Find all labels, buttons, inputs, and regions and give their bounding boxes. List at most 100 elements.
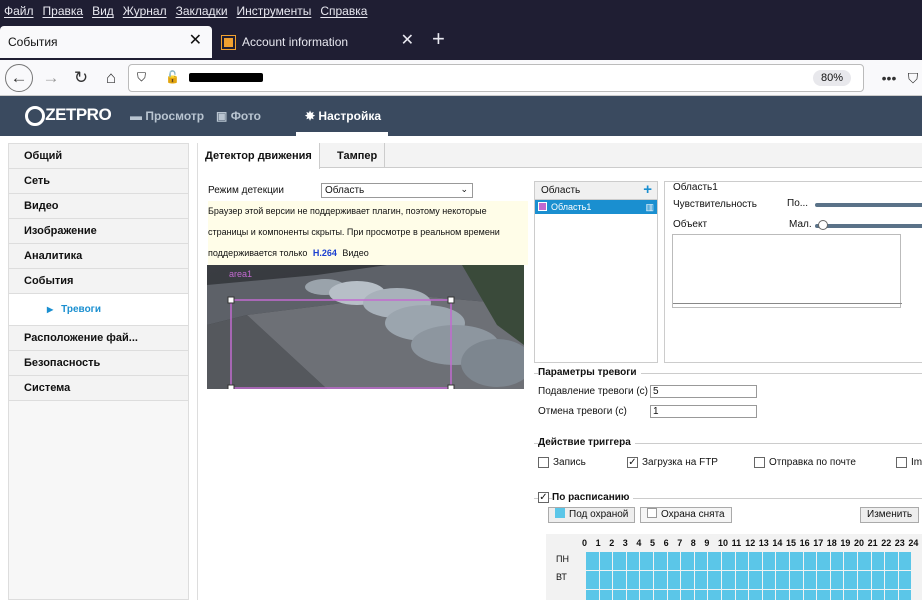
- schedule-cell[interactable]: [858, 571, 871, 589]
- alarm-suppress-input[interactable]: 5: [650, 385, 757, 398]
- armed-button[interactable]: Под охраной: [548, 507, 636, 523]
- schedule-cell[interactable]: [762, 590, 776, 600]
- schedule-cell[interactable]: [586, 552, 599, 570]
- sidebar-item-general[interactable]: Общий: [9, 144, 188, 169]
- tab-tamper[interactable]: Тампер: [330, 143, 386, 168]
- schedule-cell[interactable]: [654, 552, 667, 570]
- tab-events[interactable]: События ✕: [0, 26, 212, 58]
- schedule-cell[interactable]: [803, 590, 817, 600]
- schedule-cell[interactable]: [830, 571, 844, 589]
- sidebar-item-system[interactable]: Система: [9, 376, 188, 401]
- schedule-cell[interactable]: [681, 590, 694, 600]
- nav-photo[interactable]: ▣ Фото: [216, 109, 261, 123]
- schedule-row-mon[interactable]: [586, 552, 922, 570]
- schedule-cell[interactable]: [871, 571, 885, 589]
- schedule-cell[interactable]: [654, 590, 667, 600]
- schedule-cell[interactable]: [776, 590, 789, 600]
- schedule-cell[interactable]: [694, 552, 708, 570]
- schedule-cell[interactable]: [858, 552, 871, 570]
- schedule-row-partial[interactable]: [586, 590, 922, 600]
- schedule-cell[interactable]: [817, 590, 830, 600]
- forward-arrow-icon[interactable]: →: [38, 65, 64, 91]
- schedule-cell[interactable]: [844, 552, 857, 570]
- schedule-cell[interactable]: [817, 571, 830, 589]
- tab-motion-detection[interactable]: Детектор движения: [198, 143, 320, 169]
- sidebar-item-image[interactable]: Изображение: [9, 219, 188, 244]
- schedule-cell[interactable]: [790, 590, 803, 600]
- schedule-cell[interactable]: [885, 590, 898, 600]
- schedule-cell[interactable]: [885, 552, 898, 570]
- shield-icon[interactable]: ⛉: [137, 70, 146, 85]
- reload-icon[interactable]: ↻: [68, 65, 94, 91]
- nav-settings[interactable]: ✸ Настройка: [305, 109, 381, 123]
- schedule-cell[interactable]: [790, 552, 803, 570]
- schedule-cell[interactable]: [640, 571, 653, 589]
- sensitivity-slider[interactable]: [815, 203, 922, 207]
- schedule-cell[interactable]: [776, 571, 789, 589]
- schedule-cell[interactable]: [762, 552, 776, 570]
- schedule-cell[interactable]: [599, 571, 613, 589]
- close-tab-icon[interactable]: ✕: [401, 33, 414, 49]
- home-icon[interactable]: ⌂: [98, 65, 124, 91]
- schedule-cell[interactable]: [858, 590, 871, 600]
- schedule-cell[interactable]: [722, 552, 735, 570]
- menu-view[interactable]: Вид: [92, 4, 114, 18]
- schedule-cell[interactable]: [844, 590, 857, 600]
- ftp-upload-checkbox[interactable]: ✓: [627, 457, 638, 468]
- schedule-cell[interactable]: [681, 552, 694, 570]
- schedule-cell[interactable]: [613, 552, 626, 570]
- slider-thumb[interactable]: [818, 220, 828, 230]
- schedule-cell[interactable]: [803, 552, 817, 570]
- menu-history[interactable]: Журнал: [123, 4, 167, 18]
- nav-live-view[interactable]: ▬ Просмотр: [130, 109, 204, 123]
- schedule-cell[interactable]: [694, 571, 708, 589]
- schedule-cell[interactable]: [898, 571, 912, 589]
- area-list-item[interactable]: Область1 ▥: [535, 200, 657, 214]
- schedule-cell[interactable]: [613, 571, 626, 589]
- zoom-level-badge[interactable]: 80%: [812, 70, 851, 86]
- menu-file[interactable]: Файл: [4, 4, 34, 18]
- record-checkbox[interactable]: [538, 457, 549, 468]
- schedule-cell[interactable]: [735, 571, 749, 589]
- schedule-cell[interactable]: [830, 552, 844, 570]
- schedule-cell[interactable]: [626, 590, 640, 600]
- back-arrow-icon[interactable]: ←: [5, 64, 33, 92]
- schedule-cell[interactable]: [885, 571, 898, 589]
- sidebar-item-security[interactable]: Безопасность: [9, 351, 188, 376]
- schedule-cell[interactable]: [640, 590, 653, 600]
- schedule-cell[interactable]: [749, 552, 762, 570]
- schedule-cell[interactable]: [667, 590, 681, 600]
- schedule-cell[interactable]: [817, 552, 830, 570]
- menu-help[interactable]: Справка: [320, 4, 367, 18]
- schedule-cell[interactable]: [844, 571, 857, 589]
- object-size-slider[interactable]: [815, 220, 922, 230]
- schedule-cell[interactable]: [762, 571, 776, 589]
- schedule-cell[interactable]: [871, 590, 885, 600]
- schedule-cell[interactable]: [681, 571, 694, 589]
- sidebar-item-video[interactable]: Видео: [9, 194, 188, 219]
- sidebar-subitem-alarms[interactable]: ▶ Тревоги: [9, 294, 188, 326]
- schedule-cell[interactable]: [735, 590, 749, 600]
- pocket-icon[interactable]: ⛉: [900, 65, 922, 91]
- email-checkbox[interactable]: [754, 457, 765, 468]
- schedule-cell[interactable]: [667, 552, 681, 570]
- schedule-cell[interactable]: [749, 571, 762, 589]
- schedule-cell[interactable]: [898, 552, 912, 570]
- schedule-cell[interactable]: [803, 571, 817, 589]
- schedule-cell[interactable]: [898, 590, 912, 600]
- schedule-cell[interactable]: [640, 552, 653, 570]
- sidebar-item-storage[interactable]: Расположение фай...: [9, 326, 188, 351]
- schedule-cell[interactable]: [790, 571, 803, 589]
- delete-area-icon[interactable]: ▥: [645, 200, 654, 214]
- schedule-cell[interactable]: [708, 571, 721, 589]
- schedule-cell[interactable]: [667, 571, 681, 589]
- schedule-cell[interactable]: [626, 552, 640, 570]
- menu-edit[interactable]: Правка: [43, 4, 84, 18]
- schedule-cell[interactable]: [735, 552, 749, 570]
- sidebar-item-events[interactable]: События: [9, 269, 188, 294]
- schedule-cell[interactable]: [599, 552, 613, 570]
- disarmed-button[interactable]: Охрана снята: [640, 507, 732, 523]
- menu-tools[interactable]: Инструменты: [237, 4, 312, 18]
- menu-bookmarks[interactable]: Закладки: [176, 4, 228, 18]
- image-checkbox[interactable]: [896, 457, 907, 468]
